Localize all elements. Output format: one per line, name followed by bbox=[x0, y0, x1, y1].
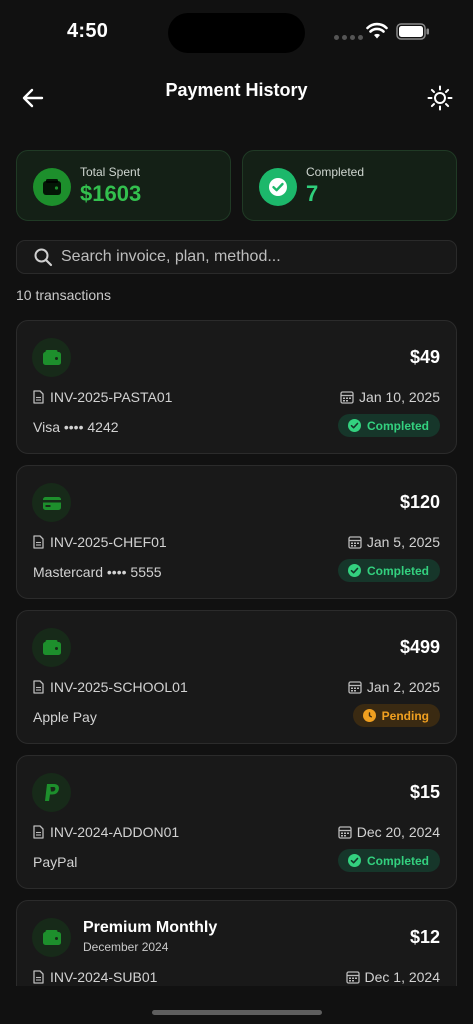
card-icon bbox=[32, 483, 71, 522]
status-text: Completed bbox=[366, 853, 429, 868]
calendar-icon bbox=[348, 681, 362, 694]
plan-period: December 2024 bbox=[83, 940, 169, 954]
document-icon bbox=[33, 680, 44, 694]
search-bar[interactable] bbox=[16, 240, 457, 274]
date-text: Dec 20, 2024 bbox=[356, 824, 440, 840]
date-text: Dec 1, 2024 bbox=[364, 969, 441, 985]
date-text: Jan 10, 2025 bbox=[359, 389, 440, 405]
invoice-number: INV-2024-SUB01 bbox=[50, 969, 158, 985]
document-icon bbox=[33, 390, 44, 404]
transaction-card[interactable]: $15 INV-2024-ADDON01 Dec 20, 2024 PayPal… bbox=[16, 755, 457, 889]
document-icon bbox=[33, 970, 44, 984]
transaction-amount: $12 bbox=[409, 927, 440, 947]
transaction-amount: $120 bbox=[399, 492, 440, 512]
status-text: Completed bbox=[366, 563, 429, 578]
transaction-date: Dec 1, 2024 bbox=[345, 969, 441, 985]
clock-icon bbox=[362, 709, 376, 722]
wallet-icon bbox=[32, 628, 71, 667]
status-badge: Completed bbox=[337, 414, 440, 437]
status-badge: Pending bbox=[352, 704, 440, 727]
completed-label: Completed bbox=[306, 165, 365, 179]
wallet-icon bbox=[33, 168, 71, 206]
transaction-amount: $499 bbox=[399, 637, 440, 657]
signal-icon bbox=[334, 35, 363, 40]
status-text: Completed bbox=[366, 418, 429, 433]
transaction-invoice: INV-2025-SCHOOL01 bbox=[33, 679, 188, 695]
plan-name: Premium Monthly bbox=[83, 919, 218, 936]
transaction-invoice: INV-2024-SUB01 bbox=[33, 969, 157, 985]
invoice-number: INV-2025-PASTA01 bbox=[50, 389, 173, 405]
status-badge: Completed bbox=[337, 559, 440, 582]
wallet-icon bbox=[32, 918, 71, 957]
wifi-icon bbox=[366, 22, 388, 39]
calendar-icon bbox=[345, 971, 360, 984]
transaction-date: Jan 10, 2025 bbox=[340, 389, 440, 405]
invoice-number: INV-2025-CHEF01 bbox=[50, 534, 167, 550]
total-spent-value: $1603 bbox=[80, 181, 142, 206]
page-title: Payment History bbox=[165, 80, 308, 100]
transactions-count: 10 transactions bbox=[16, 287, 111, 303]
search-input[interactable] bbox=[61, 248, 456, 266]
check-circle-icon bbox=[347, 419, 361, 432]
payment-method: Mastercard •••• 5555 bbox=[33, 564, 162, 580]
check-circle-icon bbox=[259, 168, 297, 206]
transaction-card[interactable]: $499 INV-2025-SCHOOL01 Jan 2, 2025 Apple… bbox=[16, 610, 457, 744]
status-text: Pending bbox=[381, 708, 429, 723]
calendar-icon bbox=[338, 826, 352, 839]
transaction-invoice: INV-2024-ADDON01 bbox=[33, 824, 179, 840]
transaction-card[interactable]: Premium Monthly December 2024 $12 INV-20… bbox=[16, 900, 457, 986]
invoice-number: INV-2024-ADDON01 bbox=[50, 824, 180, 840]
status-bar: 4:50 bbox=[0, 0, 473, 64]
theme-toggle-button[interactable] bbox=[424, 82, 456, 114]
total-spent-card: Total Spent $1603 bbox=[16, 150, 231, 221]
status-time: 4:50 bbox=[67, 20, 109, 42]
calendar-icon bbox=[340, 391, 354, 404]
payment-method: Visa •••• 4242 bbox=[33, 419, 119, 435]
transaction-card[interactable]: $49 INV-2025-PASTA01 Jan 10, 2025 Visa •… bbox=[16, 320, 457, 454]
completed-value: 7 bbox=[306, 181, 319, 206]
transaction-card[interactable]: $120 INV-2025-CHEF01 Jan 5, 2025 Masterc… bbox=[16, 465, 457, 599]
total-spent-label: Total Spent bbox=[80, 165, 141, 179]
calendar-icon bbox=[348, 536, 362, 549]
transaction-date: Jan 2, 2025 bbox=[348, 679, 440, 695]
search-icon bbox=[34, 248, 53, 267]
document-icon bbox=[33, 825, 44, 839]
sun-icon bbox=[427, 85, 453, 111]
check-circle-icon bbox=[347, 564, 361, 577]
battery-icon bbox=[396, 23, 429, 40]
invoice-number: INV-2025-SCHOOL01 bbox=[50, 679, 188, 695]
transaction-date: Dec 20, 2024 bbox=[338, 824, 440, 840]
header: Payment History bbox=[0, 72, 473, 122]
home-indicator bbox=[152, 1010, 322, 1015]
transaction-list[interactable]: $49 INV-2025-PASTA01 Jan 10, 2025 Visa •… bbox=[16, 320, 457, 986]
transaction-invoice: INV-2025-PASTA01 bbox=[33, 389, 172, 405]
wallet-icon bbox=[32, 338, 71, 377]
paypal-icon bbox=[32, 773, 71, 812]
completed-card: Completed 7 bbox=[242, 150, 457, 221]
transaction-invoice: INV-2025-CHEF01 bbox=[33, 534, 167, 550]
transaction-date: Jan 5, 2025 bbox=[348, 534, 440, 550]
dynamic-island bbox=[168, 13, 305, 53]
date-text: Jan 2, 2025 bbox=[366, 679, 440, 695]
check-circle-icon bbox=[347, 854, 361, 867]
transaction-amount: $15 bbox=[409, 782, 440, 802]
transaction-amount: $49 bbox=[409, 347, 440, 367]
status-badge: Completed bbox=[337, 849, 440, 872]
document-icon bbox=[33, 535, 44, 549]
date-text: Jan 5, 2025 bbox=[366, 534, 440, 550]
payment-method: Apple Pay bbox=[33, 709, 97, 725]
payment-method: PayPal bbox=[33, 854, 78, 870]
